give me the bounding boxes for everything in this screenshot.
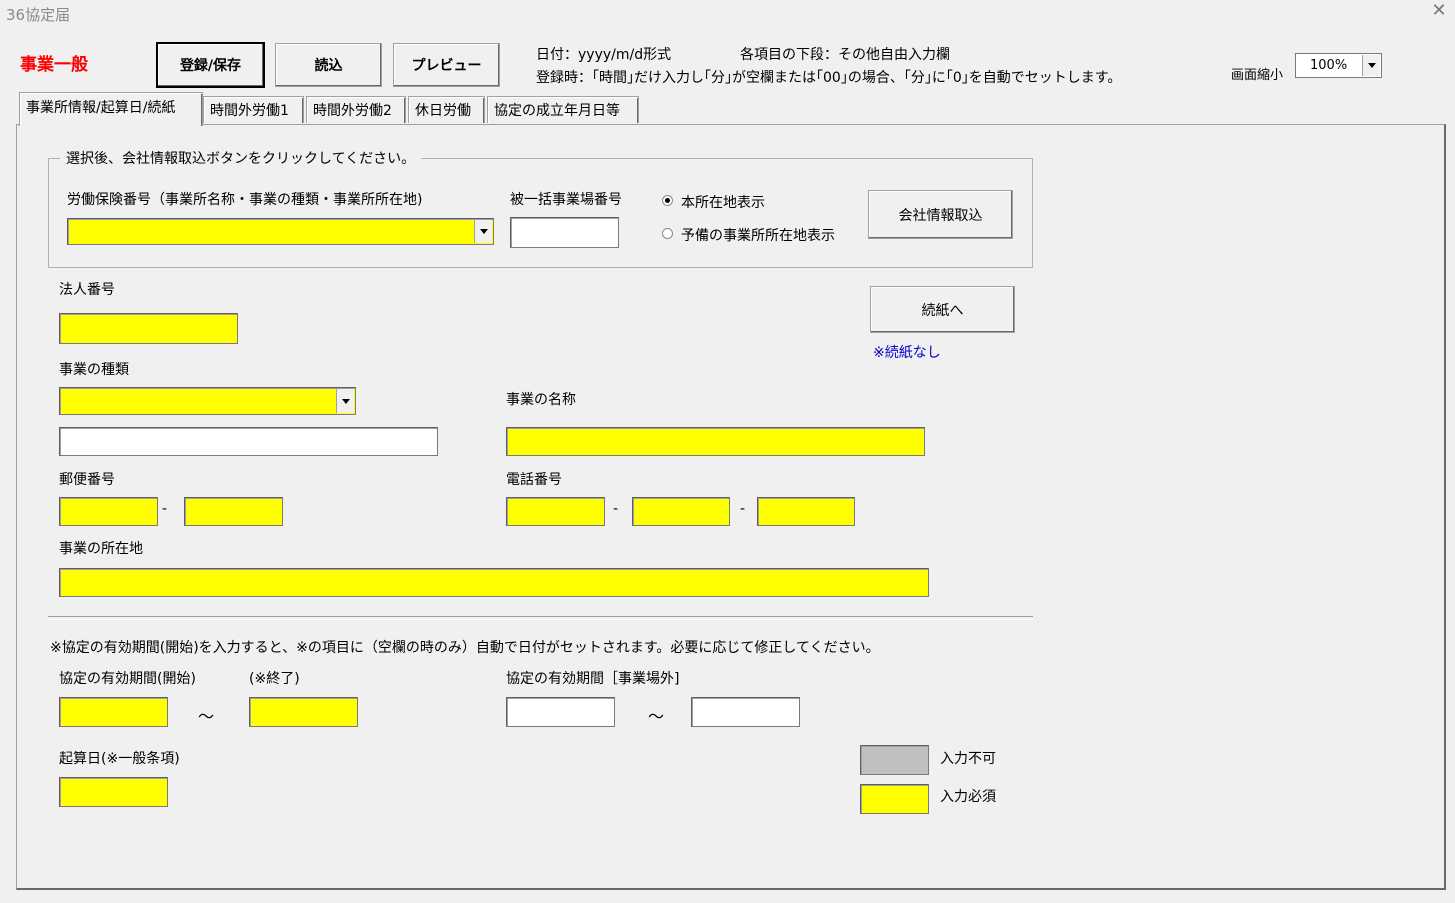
company-groupbox-caption: 選択後、会社情報取込ボタンをクリックしてください。 — [60, 148, 422, 168]
address-label: 事業の所在地 — [59, 541, 143, 557]
tab-holiday-work[interactable]: 休日労働 — [408, 96, 485, 123]
corp-number-label: 法人番号 — [59, 282, 115, 298]
section-divider — [48, 616, 1033, 620]
chevron-down-icon[interactable] — [474, 220, 492, 243]
tab-overtime-2[interactable]: 時間外労働2 — [306, 96, 406, 123]
legend-required-swatch — [860, 784, 929, 814]
period-outside-end-input[interactable] — [691, 697, 800, 727]
business-type-label: 事業の種類 — [59, 362, 129, 378]
bulk-site-number-input[interactable] — [510, 217, 619, 248]
legend-required-label: 入力必須 — [940, 789, 996, 805]
info-date-format: 日付：yyyy/m/d形式 — [536, 47, 672, 63]
window-title: 36協定届 — [6, 6, 71, 24]
insurance-number-dropdown[interactable] — [67, 218, 494, 245]
reckoning-date-label: 起算日(※一般条項) — [59, 751, 180, 767]
import-company-button[interactable]: 会社情報取込 — [868, 190, 1013, 239]
phone-number-label: 電話番号 — [506, 472, 562, 488]
zoom-select[interactable]: 100% — [1295, 53, 1382, 78]
radio-alt-address[interactable] — [662, 228, 673, 239]
info-time-rule: 登録時：｢時間｣だけ入力し｢分｣が空欄または｢00｣の場合、｢分｣に｢0｣を自動… — [536, 70, 1122, 86]
close-icon[interactable]: ✕ — [1430, 2, 1448, 20]
legend-disabled-label: 入力不可 — [940, 751, 996, 767]
reckoning-date-input[interactable] — [59, 777, 168, 807]
period-outside-tilde: ～ — [648, 707, 665, 726]
period-end-label: (※終了) — [249, 671, 300, 687]
business-name-label: 事業の名称 — [506, 392, 576, 408]
load-button[interactable]: 読込 — [275, 43, 382, 87]
phone-2-input[interactable] — [632, 497, 730, 526]
continuation-button[interactable]: 続紙へ — [870, 286, 1015, 333]
address-input[interactable] — [59, 568, 929, 597]
radio-main-address-label[interactable]: 本所在地表示 — [681, 192, 765, 212]
phone-dash-1: - — [613, 501, 619, 517]
radio-main-address[interactable] — [662, 195, 673, 206]
tab-office-info[interactable]: 事業所情報/起算日/続紙 — [19, 92, 203, 126]
save-button[interactable]: 登録/保存 — [156, 42, 265, 88]
tab-overtime-1[interactable]: 時間外労働1 — [203, 96, 304, 123]
business-type-dropdown[interactable] — [59, 387, 356, 415]
postal-dash: - — [162, 501, 168, 517]
phone-dash-2: - — [740, 501, 746, 517]
bulk-site-number-label: 被一括事業場番号 — [510, 192, 622, 208]
phone-3-input[interactable] — [757, 497, 855, 526]
phone-1-input[interactable] — [506, 497, 605, 526]
postal-code-1-input[interactable] — [59, 497, 158, 526]
period-outside-start-input[interactable] — [506, 697, 615, 727]
tab-agreement-date[interactable]: 協定の成立年月日等 — [487, 96, 639, 123]
radio-alt-address-label[interactable]: 予備の事業所所在地表示 — [681, 225, 835, 245]
business-type-free-input[interactable] — [59, 427, 438, 456]
period-start-label: 協定の有効期間(開始) — [59, 671, 196, 687]
chevron-down-icon[interactable] — [1362, 55, 1380, 76]
preview-button[interactable]: プレビュー — [393, 43, 500, 87]
period-outside-label: 協定の有効期間［事業場外] — [506, 671, 680, 687]
period-note: ※協定の有効期間(開始)を入力すると、※の項目に（空欄の時のみ）自動で日付がセッ… — [50, 640, 880, 656]
period-tilde: ～ — [198, 707, 215, 726]
corp-number-input[interactable] — [59, 313, 238, 344]
business-name-input[interactable] — [506, 427, 925, 456]
form-type-label: 事業一般 — [20, 55, 88, 75]
postal-code-2-input[interactable] — [184, 497, 283, 526]
chevron-down-icon[interactable] — [336, 389, 354, 413]
zoom-label: 画面縮小 — [1231, 68, 1284, 83]
info-free-input: 各項目の下段：その他自由入力欄 — [740, 47, 950, 63]
legend-disabled-swatch — [860, 745, 929, 775]
period-end-input[interactable] — [249, 697, 358, 727]
postal-code-label: 郵便番号 — [59, 472, 115, 488]
insurance-number-label: 労働保険番号（事業所名称・事業の種類・事業所所在地) — [67, 192, 423, 208]
zoom-value: 100% — [1310, 58, 1348, 73]
period-start-input[interactable] — [59, 697, 168, 727]
continuation-note: ※続紙なし — [873, 345, 941, 361]
